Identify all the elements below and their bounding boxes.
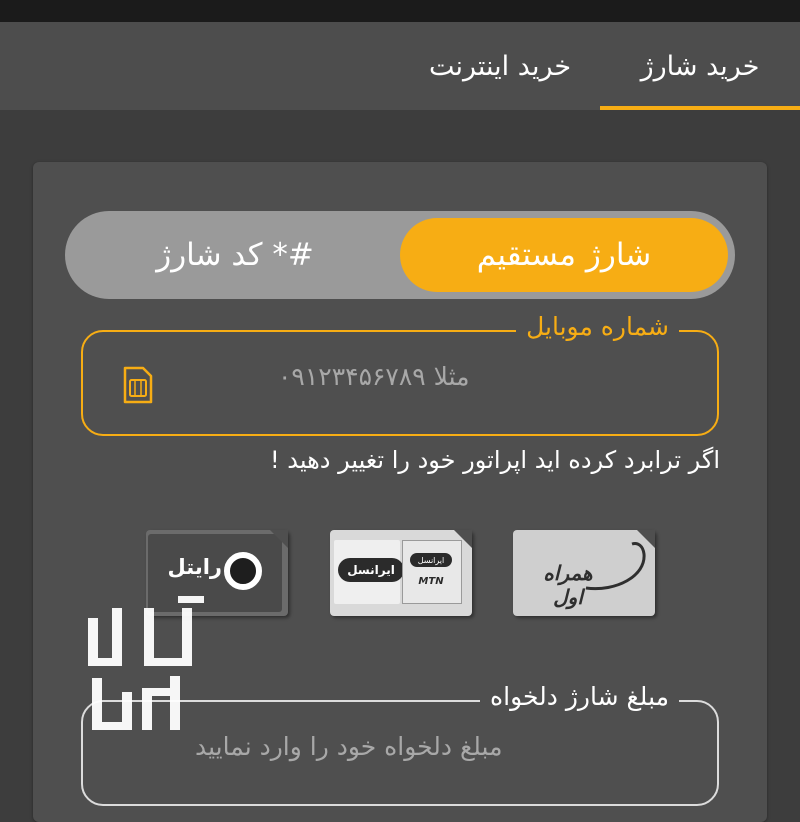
sim-notch [270, 530, 288, 548]
status-bar [0, 0, 800, 22]
mobile-number-placeholder: مثلا ۰۹۱۲۳۴۵۶۷۸۹ [278, 362, 470, 391]
tab-buy-charge[interactable]: خرید شارژ [600, 22, 800, 110]
porting-note: اگر ترابرد کرده اید اپراتور خود را تغییر… [270, 446, 720, 474]
hamrah-aval-label: همراه اول [543, 561, 593, 609]
charge-code-option[interactable]: #* کد شارژ [70, 218, 400, 292]
direct-charge-option[interactable]: شارژ مستقیم [400, 218, 728, 292]
mobile-number-label: شماره موبایل [516, 312, 679, 341]
active-tab-indicator [600, 106, 800, 110]
irancell-mini-label: ایرانسل [410, 553, 452, 567]
rightel-logo-icon [224, 552, 262, 590]
custom-amount-placeholder: مبلغ دلخواه خود را وارد نمایید [195, 732, 503, 761]
irancell-label: ایرانسل [338, 558, 404, 582]
tab-buy-internet[interactable]: خرید اینترنت [400, 22, 600, 110]
rightel-label: رایتل [167, 555, 223, 579]
custom-amount-label: مبلغ شارژ دلخواه [480, 682, 679, 711]
watermark-logo [88, 596, 204, 730]
mtn-label: MTN [418, 576, 444, 587]
sim-card-icon[interactable] [122, 366, 154, 404]
irancell-mtn-box [402, 540, 462, 604]
tab-bar: خرید شارژ خرید اینترنت [0, 22, 800, 110]
mobile-number-field[interactable]: شماره موبایل مثلا ۰۹۱۲۳۴۵۶۷۸۹ [81, 312, 719, 436]
